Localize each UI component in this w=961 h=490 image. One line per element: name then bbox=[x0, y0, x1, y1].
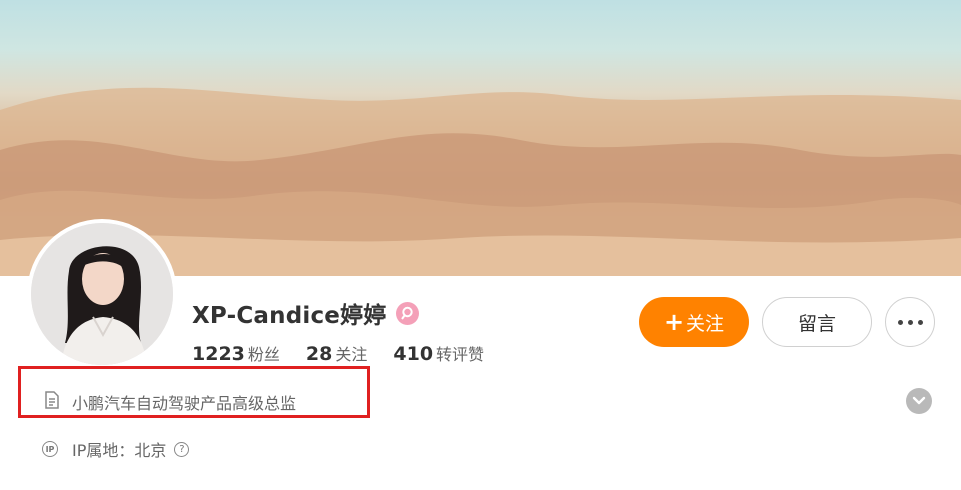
stat-label: 转评赞 bbox=[436, 345, 485, 364]
follow-button[interactable]: + 关注 bbox=[639, 297, 749, 347]
dot bbox=[897, 319, 903, 325]
dot bbox=[907, 319, 913, 325]
ip-icon: IP bbox=[42, 441, 58, 457]
message-label: 留言 bbox=[797, 312, 836, 335]
follow-label: 关注 bbox=[686, 312, 725, 335]
ip-location: IP属地：北京 bbox=[72, 441, 167, 460]
profile-name-row: XP-Candice婷婷 bbox=[192, 296, 419, 330]
stat-value: 410 bbox=[393, 343, 434, 365]
avatar-photo bbox=[31, 223, 173, 365]
highlight-box bbox=[18, 366, 370, 418]
stat-followers[interactable]: 1223 粉丝 bbox=[192, 341, 280, 365]
ip-row: IP IP属地：北京 ? bbox=[42, 437, 190, 461]
more-dots-icon[interactable] bbox=[885, 297, 935, 347]
message-button[interactable]: 留言 bbox=[762, 297, 872, 347]
stat-value: 1223 bbox=[192, 343, 245, 365]
stat-label: 粉丝 bbox=[247, 345, 280, 364]
chevron-down-icon[interactable] bbox=[906, 388, 932, 414]
stat-value: 28 bbox=[305, 343, 333, 365]
avatar[interactable] bbox=[31, 223, 173, 365]
stat-following[interactable]: 28 关注 bbox=[306, 341, 367, 365]
plus-icon: + bbox=[663, 308, 685, 336]
profile-name: XP-Candice婷婷 bbox=[192, 303, 387, 329]
profile-stats: 1223 粉丝 28 关注 410 转评赞 bbox=[192, 341, 510, 365]
stat-reposts[interactable]: 410 转评赞 bbox=[393, 341, 484, 365]
dot bbox=[917, 319, 923, 325]
female-verified-icon bbox=[395, 301, 419, 325]
avatar-frame[interactable] bbox=[27, 219, 177, 369]
question-icon[interactable]: ? bbox=[174, 441, 190, 457]
stat-label: 关注 bbox=[335, 345, 368, 364]
